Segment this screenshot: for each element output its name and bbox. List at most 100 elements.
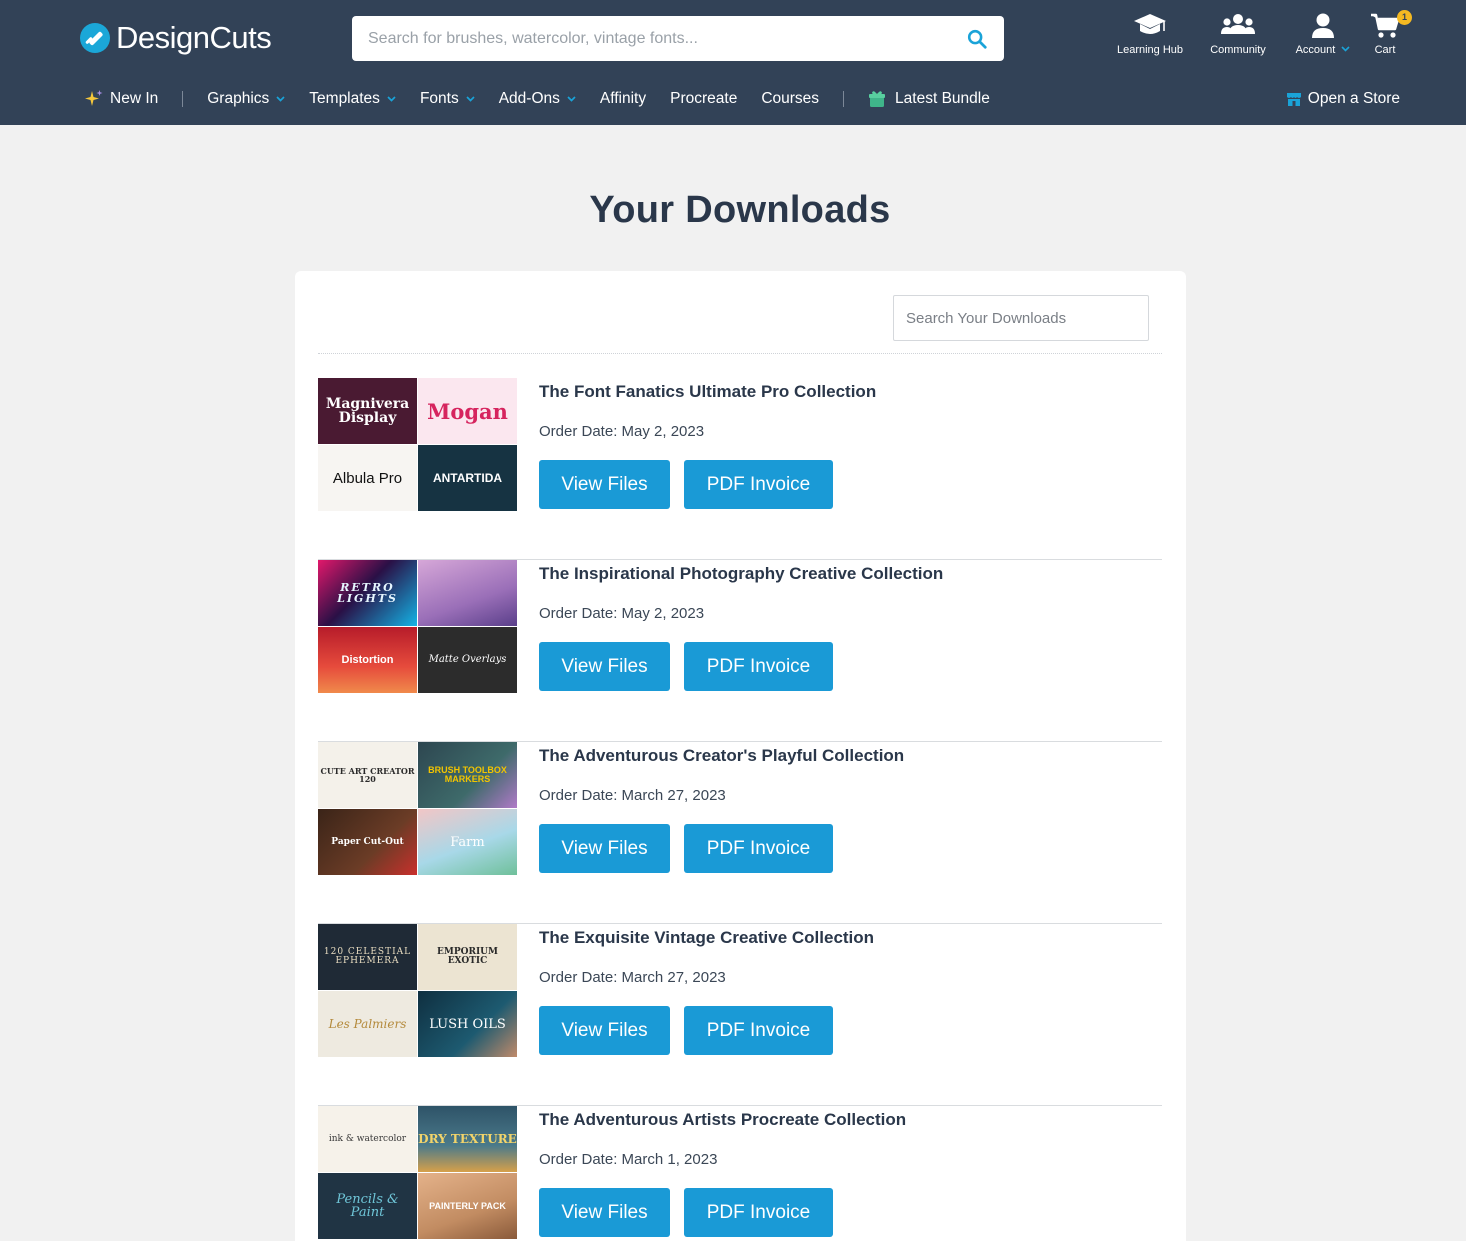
order-date: Order Date: March 1, 2023 xyxy=(539,1151,718,1168)
view-files-button[interactable]: View Files xyxy=(539,460,670,509)
nav-affinity[interactable]: Affinity xyxy=(600,90,646,108)
product-thumbnail[interactable]: BRUSH TOOLBOX MARKERS xyxy=(418,742,517,808)
order-title: The Adventurous Creator's Playful Collec… xyxy=(539,746,905,765)
order-thumbnails: CUTE ART CREATOR 120 BRUSH TOOLBOX MARKE… xyxy=(318,742,517,875)
product-thumbnail[interactable]: Magnivera Display xyxy=(318,378,417,444)
cart-count-badge: 1 xyxy=(1397,10,1412,25)
product-thumbnail[interactable]: Paper Cut-Out xyxy=(318,809,417,875)
view-files-button[interactable]: View Files xyxy=(539,1006,670,1055)
open-store-label: Open a Store xyxy=(1307,90,1400,107)
chevron-down-icon xyxy=(1341,46,1350,52)
cart-label: Cart xyxy=(1374,44,1396,56)
cart-link[interactable]: 1 Cart xyxy=(1366,10,1412,56)
learning-hub-link[interactable]: Learning Hub xyxy=(1114,12,1186,56)
nav-procreate-label: Procreate xyxy=(670,90,738,107)
order-title: The Exquisite Vintage Creative Collectio… xyxy=(539,928,875,947)
community-icon xyxy=(1221,14,1255,34)
pdf-invoice-button[interactable]: PDF Invoice xyxy=(684,1006,833,1055)
product-thumbnail[interactable]: Farm xyxy=(418,809,517,875)
site-search-input[interactable] xyxy=(352,16,952,61)
logo-text: DesignCuts xyxy=(116,20,272,55)
product-thumbnail[interactable]: EMPORIUM EXOTIC xyxy=(418,924,517,990)
nav-courses[interactable]: Courses xyxy=(761,90,819,108)
order-thumbnails: Magnivera Display Mogan Albula Pro ANTAR… xyxy=(318,378,517,511)
nav-graphics[interactable]: Graphics xyxy=(207,90,285,108)
product-thumbnail[interactable]: Pencils & Paint xyxy=(318,1173,417,1239)
pdf-invoice-button[interactable]: PDF Invoice xyxy=(684,460,833,509)
nav-new-in-label: New In xyxy=(110,90,159,107)
learning-hub-label: Learning Hub xyxy=(1116,44,1184,56)
logo-mark-icon xyxy=(80,23,110,53)
user-icon xyxy=(1312,13,1334,38)
order-date: Order Date: May 2, 2023 xyxy=(539,605,705,622)
chevron-down-icon xyxy=(466,96,475,102)
product-thumbnail[interactable]: PAINTERLY PACK xyxy=(418,1173,517,1239)
order-thumbnails: 120 CELESTIAL EPHEMERA EMPORIUM EXOTIC L… xyxy=(318,924,517,1057)
nav-procreate[interactable]: Procreate xyxy=(670,90,737,108)
community-link[interactable]: Community xyxy=(1204,12,1272,56)
order-item: ink & watercolor DRY TEXTURE Pencils & P… xyxy=(318,1106,1162,1241)
downloads-search-input[interactable] xyxy=(893,295,1149,341)
product-thumbnail[interactable]: ANTARTIDA xyxy=(418,445,517,511)
nav-fonts-label: Fonts xyxy=(419,90,459,107)
product-thumbnail[interactable]: ink & watercolor xyxy=(318,1106,417,1172)
downloads-card: Magnivera Display Mogan Albula Pro ANTAR… xyxy=(295,271,1186,1241)
order-title: The Inspirational Photography Creative C… xyxy=(539,564,944,583)
nav-add-ons-label: Add-Ons xyxy=(498,90,560,107)
account-link[interactable]: Account xyxy=(1290,12,1356,56)
search-icon[interactable] xyxy=(966,28,988,50)
divider xyxy=(318,353,1162,354)
designcuts-logo[interactable]: DesignCuts xyxy=(80,20,272,56)
pdf-invoice-button[interactable]: PDF Invoice xyxy=(684,824,833,873)
account-label: Account xyxy=(1295,44,1336,56)
cart-icon xyxy=(1371,13,1400,38)
nav-graphics-label: Graphics xyxy=(207,90,270,107)
nav-templates[interactable]: Templates xyxy=(309,90,396,108)
product-thumbnail[interactable]: Albula Pro xyxy=(318,445,417,511)
chevron-down-icon xyxy=(567,96,576,102)
nav-latest-bundle[interactable]: Latest Bundle xyxy=(868,90,990,108)
order-item: CUTE ART CREATOR 120 BRUSH TOOLBOX MARKE… xyxy=(318,742,1162,924)
view-files-button[interactable]: View Files xyxy=(539,824,670,873)
nav-divider xyxy=(182,91,184,107)
chevron-down-icon xyxy=(387,96,396,102)
bundle-box-icon xyxy=(869,91,886,107)
product-thumbnail[interactable]: CUTE ART CREATOR 120 xyxy=(318,742,417,808)
main-nav: New In Graphics Templates Fonts Add-Ons … xyxy=(84,86,1014,112)
chevron-down-icon xyxy=(276,96,285,102)
product-thumbnail[interactable]: Distortion xyxy=(318,627,417,693)
view-files-button[interactable]: View Files xyxy=(539,1188,670,1237)
nav-templates-label: Templates xyxy=(309,90,380,107)
page-title: Your Downloads xyxy=(589,189,891,231)
product-thumbnail[interactable]: RETRO LIGHTS xyxy=(318,560,417,626)
nav-new-in[interactable]: New In xyxy=(84,89,158,109)
product-thumbnail[interactable]: DRY TEXTURE xyxy=(418,1106,517,1172)
product-thumbnail[interactable]: 120 CELESTIAL EPHEMERA xyxy=(318,924,417,990)
order-item: RETRO LIGHTS Distortion Matte Overlays T… xyxy=(318,560,1162,742)
order-title: The Font Fanatics Ultimate Pro Collectio… xyxy=(539,382,877,401)
product-thumbnail[interactable]: Mogan xyxy=(418,378,517,444)
product-thumbnail[interactable] xyxy=(418,560,517,626)
order-thumbnails: ink & watercolor DRY TEXTURE Pencils & P… xyxy=(318,1106,517,1239)
header-utility-icons: Learning Hub Community Account 1 Cart xyxy=(1108,10,1412,62)
nav-divider xyxy=(843,91,845,107)
order-title: The Adventurous Artists Procreate Collec… xyxy=(539,1110,907,1129)
nav-add-ons[interactable]: Add-Ons xyxy=(499,90,576,108)
store-icon xyxy=(1286,93,1301,106)
product-thumbnail[interactable]: Matte Overlays xyxy=(418,627,517,693)
graduation-cap-icon xyxy=(1134,14,1166,34)
nav-fonts[interactable]: Fonts xyxy=(420,90,475,108)
nav-latest-bundle-label: Latest Bundle xyxy=(895,90,990,107)
product-thumbnail[interactable]: Les Palmiers xyxy=(318,991,417,1057)
order-date: Order Date: May 2, 2023 xyxy=(539,423,705,440)
order-thumbnails: RETRO LIGHTS Distortion Matte Overlays xyxy=(318,560,517,693)
pdf-invoice-button[interactable]: PDF Invoice xyxy=(684,1188,833,1237)
order-date: Order Date: March 27, 2023 xyxy=(539,969,726,986)
site-search xyxy=(352,16,1004,61)
view-files-button[interactable]: View Files xyxy=(539,642,670,691)
nav-courses-label: Courses xyxy=(761,90,820,107)
pdf-invoice-button[interactable]: PDF Invoice xyxy=(684,642,833,691)
product-thumbnail[interactable]: LUSH OILS xyxy=(418,991,517,1057)
open-store-link[interactable]: Open a Store xyxy=(1286,86,1400,112)
sparkles-icon xyxy=(85,90,103,106)
